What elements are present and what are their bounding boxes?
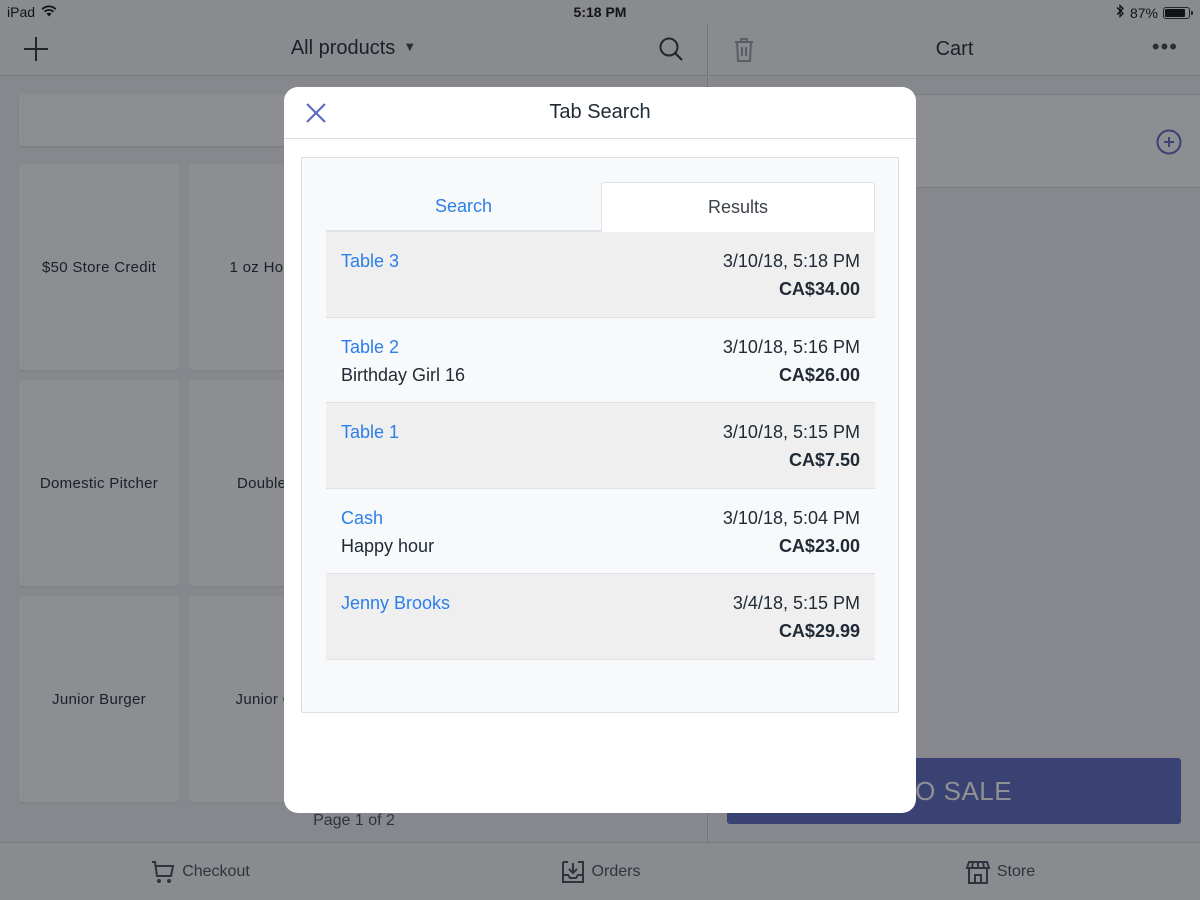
modal-header: Tab Search xyxy=(284,87,916,139)
result-date: 3/10/18, 5:15 PM xyxy=(722,422,860,442)
result-name: Jenny Brooks xyxy=(341,593,451,613)
result-date: 3/10/18, 5:18 PM xyxy=(722,251,860,271)
result-total: CA$23.00 xyxy=(778,535,860,556)
result-date: 3/4/18, 5:15 PM xyxy=(732,593,860,613)
result-total: CA$26.00 xyxy=(778,364,860,385)
result-row[interactable]: Table 1 3/10/18, 5:15 PM CA$7.50 xyxy=(326,403,875,489)
result-name: Table 1 xyxy=(341,422,400,442)
tab-results[interactable]: Results xyxy=(601,182,875,232)
result-row[interactable]: Jenny Brooks 3/4/18, 5:15 PM CA$29.99 xyxy=(326,574,875,660)
result-row[interactable]: Table 3 3/10/18, 5:18 PM CA$34.00 xyxy=(326,232,875,318)
result-total: CA$29.99 xyxy=(778,621,860,641)
result-row[interactable]: Table 2 Birthday Girl 16 3/10/18, 5:16 P… xyxy=(326,317,875,403)
result-total: CA$7.50 xyxy=(788,450,860,470)
result-date: 3/10/18, 5:04 PM xyxy=(722,507,860,528)
result-date: 3/10/18, 5:16 PM xyxy=(722,336,860,357)
result-note: Happy hour xyxy=(341,535,435,556)
modal-title: Tab Search xyxy=(549,101,651,123)
segmented-tabs: Search Results xyxy=(326,182,875,232)
tab-search-panel: Search Results Table 3 3/10/18, 5:18 PM … xyxy=(301,157,899,713)
result-note: Birthday Girl 16 xyxy=(341,364,466,385)
result-name: Table 2 xyxy=(341,336,400,357)
result-row[interactable]: Cash Happy hour 3/10/18, 5:04 PM CA$23.0… xyxy=(326,488,875,574)
result-name: Cash xyxy=(341,507,384,528)
tab-search[interactable]: Search xyxy=(326,182,601,232)
result-total: CA$34.00 xyxy=(778,279,860,299)
result-name: Table 3 xyxy=(341,251,400,271)
results-list: Table 3 3/10/18, 5:18 PM CA$34.00 Table … xyxy=(326,232,875,660)
tab-search-modal: Tab Search Search Results Table 3 3/10/1… xyxy=(284,87,916,813)
